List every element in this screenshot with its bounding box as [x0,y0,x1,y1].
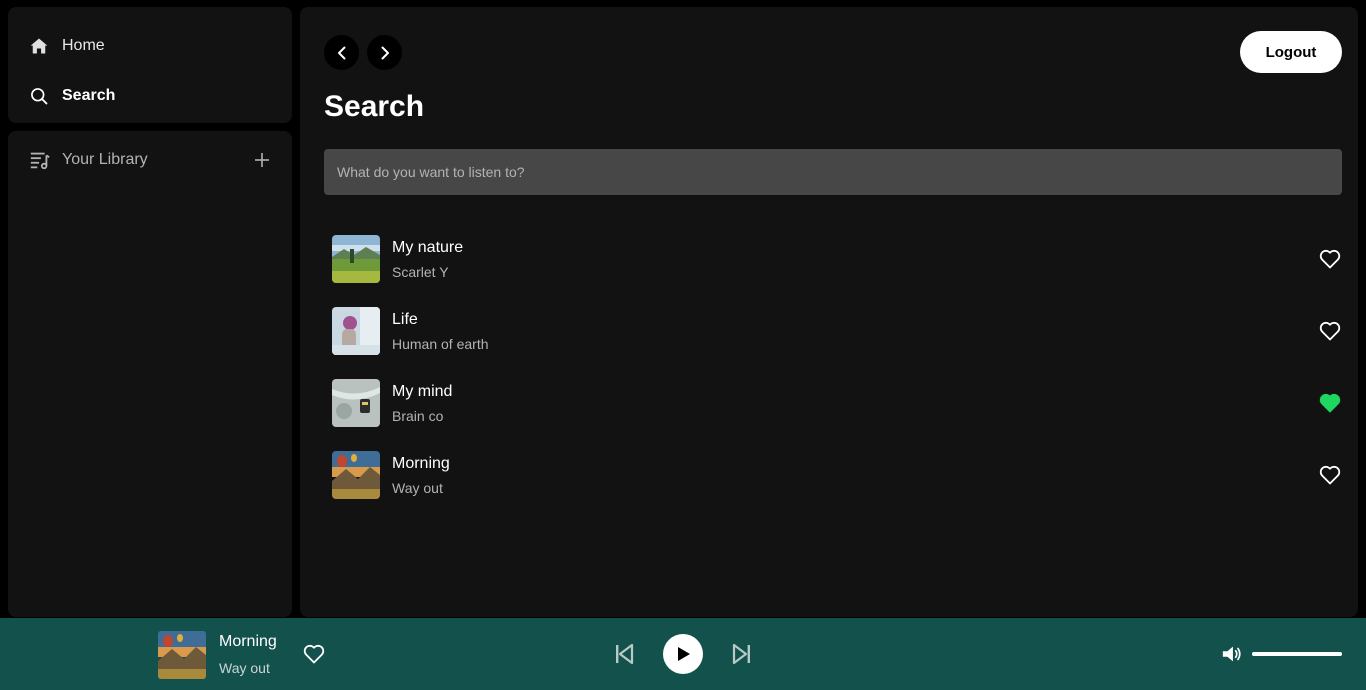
library-header[interactable]: Your Library [28,147,272,173]
now-playing-title: Morning [219,633,277,650]
volume-slider-fill [1252,652,1342,656]
track-list: My nature Scarlet Y Life Human of earth … [332,235,1342,523]
track-title: My mind [392,382,453,400]
main-panel: Logout Search My nature [300,7,1358,617]
play-icon [678,647,690,661]
track-title: Morning [392,454,450,472]
now-playing-artist: Way out [219,660,270,676]
track-row[interactable]: Life Human of earth [332,307,1342,355]
volume-icon[interactable] [1221,643,1243,665]
track-artist: Scarlet Y [392,263,449,280]
heart-icon[interactable] [1318,463,1342,487]
library-panel: Your Library [8,131,292,617]
sidebar-item-search[interactable]: Search [28,71,292,121]
player-bar: Morning Way out [0,618,1366,690]
page-title: Search [324,90,425,123]
skip-previous-icon[interactable] [612,642,636,666]
track-title: Life [392,310,418,328]
track-info: My mind Brain co [392,382,452,425]
track-info: My nature Scarlet Y [392,238,463,281]
track-info: Life Human of earth [392,310,489,353]
track-row[interactable]: My nature Scarlet Y [332,235,1342,283]
search-icon [28,85,50,107]
sidebar-item-label: Search [62,87,116,104]
track-row[interactable]: Morning Way out [332,451,1342,499]
search-input[interactable] [324,149,1342,195]
app: Home Search Your Library Logout Search W… [0,0,1366,690]
track-cover [332,379,380,427]
back-button[interactable] [324,35,359,70]
home-icon [28,35,50,57]
track-cover [332,451,380,499]
sidebar-item-label: Home [62,37,105,54]
track-info: Morning Way out [392,454,450,497]
skip-next-icon[interactable] [730,642,754,666]
library-label: Your Library [62,151,148,168]
now-playing-cover [158,631,206,679]
logout-button[interactable]: Logout [1240,31,1342,73]
track-row[interactable]: My mind Brain co [332,379,1342,427]
sidebar-nav: Home Search [8,7,292,123]
heart-icon[interactable] [1318,247,1342,271]
track-artist: Way out [392,479,443,496]
track-artist: Brain co [392,407,444,424]
heart-filled-icon[interactable] [1318,391,1342,415]
forward-button[interactable] [367,35,402,70]
track-title: My nature [392,238,464,256]
track-cover [332,307,380,355]
plus-icon[interactable] [252,150,272,170]
play-button[interactable] [663,634,703,674]
chevron-right-icon [381,46,389,59]
track-artist: Human of earth [392,335,489,352]
track-cover [332,235,380,283]
volume-slider[interactable] [1252,652,1342,656]
heart-icon[interactable] [302,642,326,666]
chevron-left-icon [337,46,345,59]
sidebar-item-home[interactable]: Home [28,21,292,71]
heart-icon[interactable] [1318,319,1342,343]
library-icon [28,148,52,172]
